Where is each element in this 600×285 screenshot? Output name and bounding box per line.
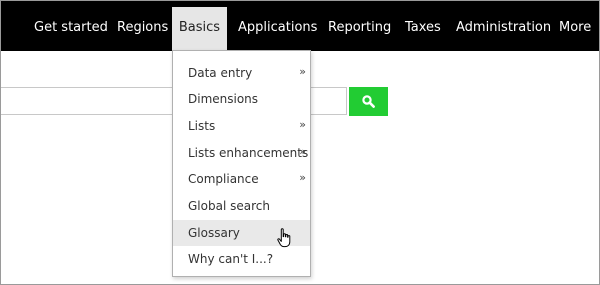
- nav-basics[interactable]: Basics: [172, 7, 227, 51]
- nav-administration[interactable]: Administration: [456, 1, 551, 51]
- menu-item-label: Lists: [188, 119, 216, 133]
- menu-item-label: Why can't I...?: [188, 252, 274, 266]
- nav-taxes[interactable]: Taxes: [405, 1, 441, 51]
- menu-item-label: Compliance: [188, 172, 259, 186]
- nav-regions[interactable]: Regions: [117, 1, 168, 51]
- nav-reporting[interactable]: Reporting: [328, 1, 391, 51]
- magnifier-icon: [362, 95, 375, 108]
- menu-item-lists-enhancements[interactable]: Lists enhancements »: [173, 140, 310, 166]
- submenu-arrow-icon: »: [299, 118, 306, 131]
- submenu-arrow-icon: »: [299, 171, 306, 184]
- nav-applications[interactable]: Applications: [238, 1, 317, 51]
- menu-item-data-entry[interactable]: Data entry »: [173, 60, 310, 86]
- menu-item-label: Data entry: [188, 66, 253, 80]
- menu-item-label: Lists enhancements: [188, 146, 309, 160]
- submenu-arrow-icon: »: [299, 145, 306, 158]
- app-frame: Get started Regions Basics Applications …: [0, 0, 600, 285]
- menu-item-label: Dimensions: [188, 92, 259, 106]
- menu-item-label: Glossary: [188, 226, 240, 240]
- menu-item-why-cant-i[interactable]: Why can't I...?: [173, 246, 310, 272]
- menu-item-global-search[interactable]: Global search: [173, 193, 310, 219]
- top-navigation-bar: Get started Regions Basics Applications …: [1, 1, 599, 51]
- hand-pointer-icon: [277, 228, 291, 248]
- menu-item-lists[interactable]: Lists »: [173, 113, 310, 139]
- menu-item-dimensions[interactable]: Dimensions: [173, 86, 310, 112]
- nav-get-started[interactable]: Get started: [34, 1, 108, 51]
- menu-item-compliance[interactable]: Compliance »: [173, 166, 310, 192]
- menu-item-label: Global search: [188, 199, 270, 213]
- nav-more[interactable]: More: [559, 1, 591, 51]
- submenu-arrow-icon: »: [299, 65, 306, 78]
- search-button[interactable]: [349, 87, 388, 116]
